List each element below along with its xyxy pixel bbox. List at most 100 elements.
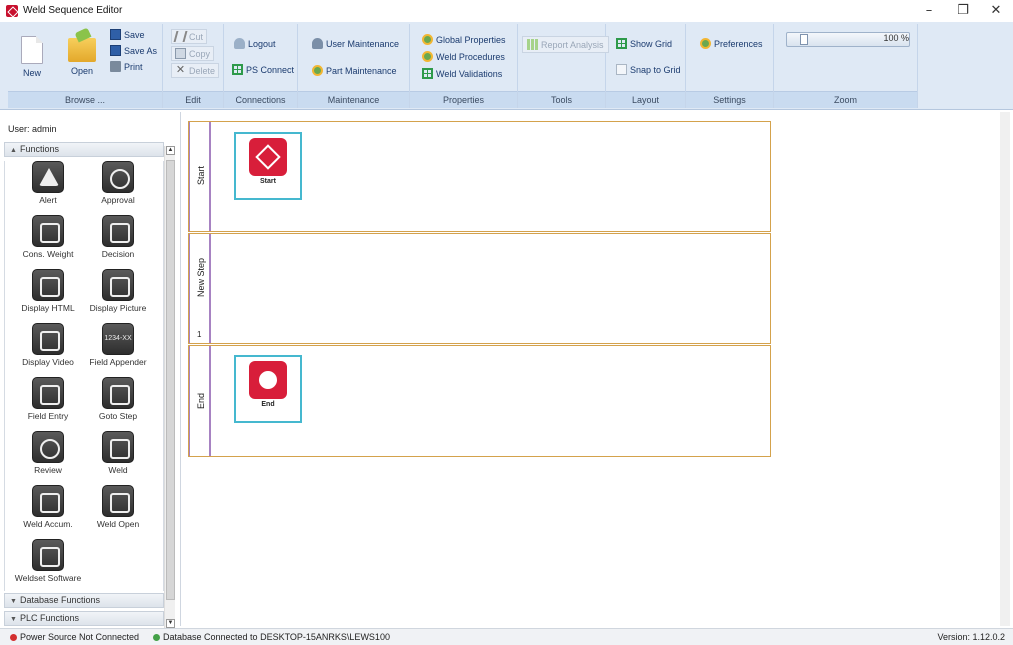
open-folder-icon bbox=[68, 38, 96, 62]
print-button[interactable]: Print bbox=[110, 61, 143, 72]
new-button[interactable]: New bbox=[14, 36, 50, 78]
weld-validations-label: Weld Validations bbox=[436, 68, 503, 79]
user-maintenance-button[interactable]: User Maintenance bbox=[312, 38, 399, 49]
preferences-button[interactable]: Preferences bbox=[700, 38, 763, 49]
tools-group: Report Analysis Tools bbox=[518, 24, 609, 108]
save-as-button[interactable]: Save As bbox=[110, 45, 157, 56]
sequence-canvas[interactable]: Start Start New Step 1 End End bbox=[180, 112, 1010, 626]
swimlane-new-step[interactable]: New Step 1 bbox=[188, 233, 771, 344]
layout-group: Show Grid Snap to Grid Layout bbox=[606, 24, 686, 108]
zoom-slider-thumb[interactable] bbox=[800, 34, 808, 45]
restore-button[interactable]: ❐ bbox=[946, 0, 980, 22]
tool-cons-weight[interactable]: Cons. Weight bbox=[11, 215, 85, 259]
display-video-icon bbox=[32, 323, 64, 355]
toolbox-scrollbar[interactable]: ▲ ▼ bbox=[164, 146, 175, 628]
report-analysis-button[interactable]: Report Analysis bbox=[522, 36, 609, 53]
lane-header[interactable]: End bbox=[189, 346, 211, 456]
goto-step-icon bbox=[102, 377, 134, 409]
logout-button[interactable]: Logout bbox=[234, 38, 276, 49]
tool-weld[interactable]: Weld bbox=[81, 431, 155, 475]
show-grid-toggle[interactable]: Show Grid bbox=[616, 38, 672, 49]
save-icon bbox=[110, 29, 121, 40]
lane-header[interactable]: New Step 1 bbox=[189, 234, 211, 343]
lane-header[interactable]: Start bbox=[189, 122, 211, 231]
weld-validations-button[interactable]: Weld Validations bbox=[422, 68, 502, 79]
ps-connect-icon bbox=[232, 64, 243, 75]
cut-label: Cut bbox=[189, 31, 204, 42]
swimlane-start[interactable]: Start Start bbox=[188, 121, 771, 232]
ps-connect-label: PS Connect bbox=[246, 64, 295, 75]
new-document-icon bbox=[21, 36, 43, 64]
database-status-text: Database Connected to DESKTOP-15ANRKS\LE… bbox=[163, 632, 390, 642]
settings-group-label: Settings bbox=[686, 91, 773, 108]
part-maintenance-label: Part Maintenance bbox=[326, 65, 397, 76]
tool-display-video[interactable]: Display Video bbox=[11, 323, 85, 367]
ps-connect-button[interactable]: PS Connect bbox=[232, 64, 294, 75]
tool-weld-accum[interactable]: Weld Accum. bbox=[11, 485, 85, 529]
delete-label: Delete bbox=[189, 65, 216, 76]
swimlane-end[interactable]: End End bbox=[188, 345, 771, 457]
database-status: Database Connected to DESKTOP-15ANRKS\LE… bbox=[153, 632, 390, 642]
database-functions-header[interactable]: ▼ Database Functions bbox=[4, 593, 164, 608]
power-source-status: Power Source Not Connected bbox=[10, 632, 139, 642]
zoom-group-label: Zoom bbox=[774, 91, 917, 108]
weld-procedures-button[interactable]: Weld Procedures bbox=[422, 51, 505, 62]
tool-label: Alert bbox=[39, 195, 57, 205]
weld-validations-icon bbox=[422, 68, 433, 79]
tool-review[interactable]: Review bbox=[11, 431, 85, 475]
tool-display-html[interactable]: Display HTML bbox=[11, 269, 85, 313]
save-label: Save bbox=[124, 29, 145, 40]
open-button[interactable]: Open bbox=[62, 34, 102, 76]
plc-functions-header[interactable]: ▼ PLC Functions bbox=[4, 611, 164, 626]
status-dot-green-icon bbox=[153, 634, 160, 641]
save-button[interactable]: Save bbox=[110, 29, 145, 40]
snap-to-grid-toggle[interactable]: Snap to Grid bbox=[616, 64, 681, 75]
step-node-end[interactable]: End bbox=[234, 355, 302, 423]
minimize-button[interactable]: – bbox=[912, 0, 946, 22]
display-picture-icon bbox=[102, 269, 134, 301]
scroll-down-icon[interactable]: ▼ bbox=[166, 619, 175, 628]
tool-label: Field Appender bbox=[89, 357, 147, 367]
step-node-start[interactable]: Start bbox=[234, 132, 302, 200]
delete-button[interactable]: ✕ Delete bbox=[171, 63, 220, 78]
tools-group-label: Tools bbox=[518, 91, 605, 108]
users-icon bbox=[312, 38, 323, 49]
cut-button[interactable]: Cut bbox=[171, 29, 208, 44]
global-properties-button[interactable]: Global Properties bbox=[422, 34, 506, 45]
copy-button[interactable]: Copy bbox=[171, 46, 215, 61]
close-button[interactable]: ✕ bbox=[979, 0, 1013, 22]
properties-group: Global Properties Weld Procedures Weld V… bbox=[410, 24, 518, 108]
step-label: End bbox=[261, 401, 275, 408]
tool-goto-step[interactable]: Goto Step bbox=[81, 377, 155, 421]
tool-field-appender[interactable]: 1234-XX Field Appender bbox=[81, 323, 155, 367]
part-gear-icon bbox=[312, 65, 323, 76]
window-title: Weld Sequence Editor bbox=[23, 5, 123, 16]
preferences-gear-icon bbox=[700, 38, 711, 49]
user-maintenance-label: User Maintenance bbox=[326, 38, 400, 49]
status-bar: Power Source Not Connected Database Conn… bbox=[0, 628, 1013, 645]
browse-group-label: Browse ... bbox=[8, 91, 162, 108]
scroll-up-icon[interactable]: ▲ bbox=[166, 146, 175, 155]
tool-decision[interactable]: Decision bbox=[81, 215, 155, 259]
version-label: Version: 1.12.0.2 bbox=[937, 632, 1005, 642]
expand-arrow-icon: ▼ bbox=[10, 616, 17, 623]
tool-approval[interactable]: Approval bbox=[81, 161, 155, 205]
tool-label: Decision bbox=[101, 249, 135, 259]
new-label: New bbox=[22, 68, 41, 78]
status-dot-red-icon bbox=[10, 634, 17, 641]
preferences-label: Preferences bbox=[714, 38, 763, 49]
tool-display-picture[interactable]: Display Picture bbox=[81, 269, 155, 313]
tool-field-entry[interactable]: Field Entry bbox=[11, 377, 85, 421]
tool-alert[interactable]: Alert bbox=[11, 161, 85, 205]
weld-procedures-label: Weld Procedures bbox=[436, 51, 505, 62]
canvas-scrollbar[interactable] bbox=[1000, 112, 1010, 626]
tool-weld-open[interactable]: Weld Open bbox=[81, 485, 155, 529]
part-maintenance-button[interactable]: Part Maintenance bbox=[312, 65, 397, 76]
tool-label: Review bbox=[34, 465, 62, 475]
tool-label: Weldset Software bbox=[14, 573, 82, 583]
tool-weldset-software[interactable]: Weldset Software bbox=[11, 539, 85, 583]
plc-header-label: PLC Functions bbox=[20, 613, 80, 623]
scrollbar-thumb[interactable] bbox=[166, 160, 175, 600]
functions-section-header[interactable]: ▲ Functions bbox=[4, 142, 164, 157]
scissors-icon bbox=[173, 31, 188, 42]
